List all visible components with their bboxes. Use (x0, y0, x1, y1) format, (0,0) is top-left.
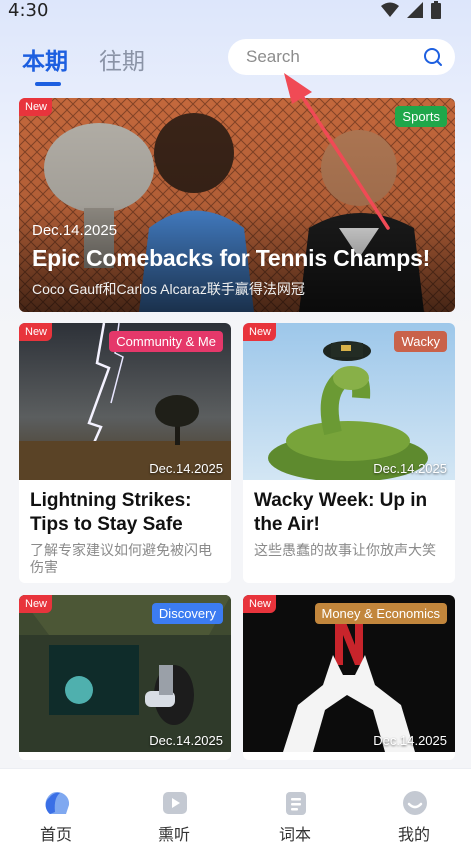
article-title: Wacky Week: Up in the Air! (254, 490, 428, 535)
new-badge: New (243, 595, 277, 613)
battery-icon (431, 1, 441, 19)
nav-listen[interactable]: 熏听 (124, 769, 224, 842)
article-subtitle: 了解专家建议如何避免被闪电伤害 (30, 542, 212, 575)
category-badge-wacky: Wacky (394, 331, 447, 352)
status-icons (381, 1, 441, 19)
category-badge-sports: Sports (395, 106, 447, 127)
status-bar: 4:30 (0, 0, 471, 24)
tab-current-issue[interactable]: 本期 (22, 42, 68, 76)
new-badge: New (19, 98, 53, 116)
article-card-money[interactable]: New Money & Economics Dec.14.2025 (243, 595, 455, 760)
search-bar[interactable] (228, 39, 455, 75)
status-time: 4:30 (8, 0, 49, 21)
article-date: Dec.14.2025 (373, 461, 447, 476)
nav-home[interactable]: 首页 (6, 769, 106, 842)
article-card-discovery[interactable]: New Discovery Dec.14.2025 (19, 595, 231, 760)
new-badge: New (19, 595, 53, 613)
new-badge: New (19, 323, 53, 341)
hero-subtitle: Coco Gauff和Carlos Alcaraz联手赢得法网冠 (32, 281, 305, 297)
notebook-icon (286, 792, 306, 815)
article-subtitle: 这些愚蠢的故事让你放声大笑 (254, 542, 436, 558)
search-icon[interactable] (423, 47, 443, 67)
nav-label: 我的 (397, 825, 430, 842)
nav-profile[interactable]: 我的 (364, 769, 464, 842)
play-icon (163, 792, 187, 814)
article-date: Dec.14.2025 (149, 733, 223, 748)
category-badge-money: Money & Economics (314, 603, 447, 624)
nav-label: 首页 (39, 825, 72, 842)
active-tab-indicator (35, 82, 61, 86)
article-date: Dec.14.2025 (373, 733, 447, 748)
nav-notebook[interactable]: 词本 (245, 769, 345, 842)
new-badge: New (243, 323, 277, 341)
hero-title: Epic Comebacks for Tennis Champs! (32, 245, 431, 271)
article-title: Lightning Strikes: Tips to Stay Safe (30, 490, 192, 535)
category-badge-community: Community & Me (109, 331, 223, 352)
nav-label: 熏听 (157, 825, 190, 842)
wifi-icon (381, 2, 399, 17)
home-icon (45, 792, 70, 814)
category-badge-discovery: Discovery (151, 603, 223, 624)
search-input[interactable] (246, 47, 426, 67)
signal-icon (407, 2, 423, 18)
article-card-wacky[interactable]: New Wacky Dec.14.2025 Wacky Week: Up in … (243, 323, 455, 583)
hero-date: Dec.14.2025 (32, 222, 118, 239)
hero-article-card[interactable]: New Sports Dec.14.2025 Epic Comebacks fo… (19, 98, 455, 312)
profile-icon (403, 791, 427, 815)
nav-label: 词本 (278, 825, 311, 842)
tab-past-issues[interactable]: 往期 (99, 42, 145, 76)
article-date: Dec.14.2025 (149, 461, 223, 476)
article-card-lightning[interactable]: New Community & Me Dec.14.2025 Lightning… (19, 323, 231, 583)
bottom-navigation: 首页 熏听 词本 我的 (0, 768, 471, 842)
